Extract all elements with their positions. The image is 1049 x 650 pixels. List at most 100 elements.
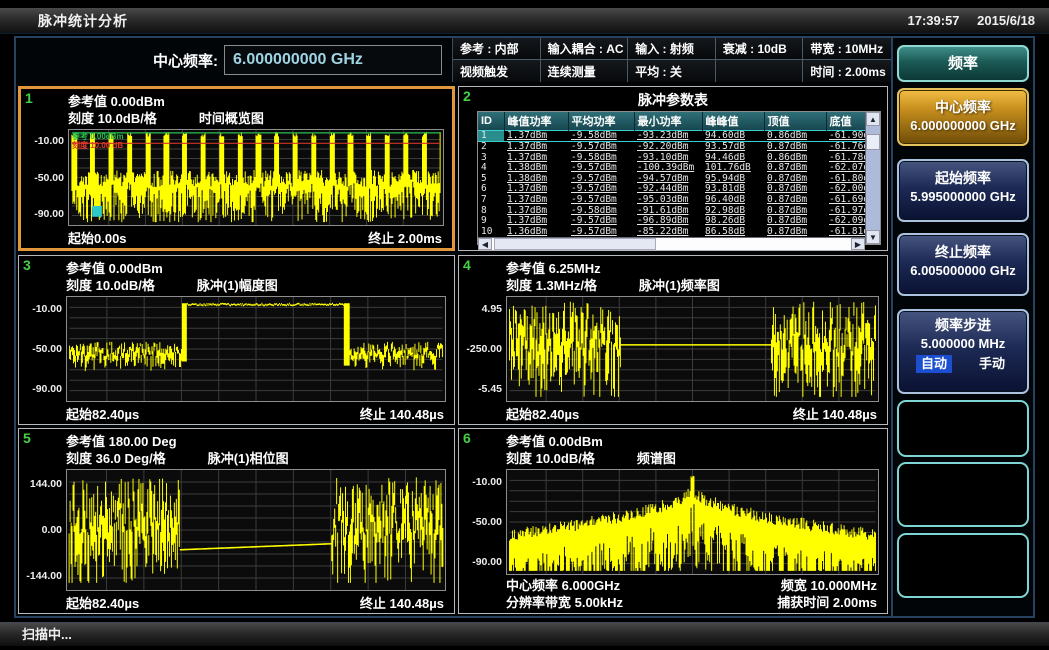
panel-number: 3 [23,257,31,273]
y-tick: -50.00 [34,172,64,184]
spectrum-capture-time: 捕获时间 2.00ms [777,594,877,611]
trace-plot [507,470,878,574]
softkey-center-frequency[interactable]: 中心频率 6.000000000 GHz [897,88,1029,146]
status-input-coupling: 输入耦合 : AC [541,38,629,60]
status-input-type: 输入 : 射频 [628,38,716,60]
x-start-label: 起始0.00s [68,228,127,248]
panel-3-amplitude[interactable]: 3 参考值 0.00dBm 刻度 10.0dB/格 脉冲(1)幅度图 -10.0… [18,255,455,425]
table-header[interactable]: ID [478,112,504,130]
table-row[interactable]: 51.38dBm-9.57dBm-94.57dBm95.94dB0.87dBm-… [478,174,874,185]
status-time: 时间 : 2.00ms [803,60,891,82]
amplitude-chart [66,296,446,402]
v-scroll-thumb[interactable] [866,134,880,150]
ref-value-label: 参考值 0.00dBm [68,93,452,110]
pulse-table: ID峰值功率平均功率最小功率峰峰值顶值底值11.37dBm-9.58dBm-93… [478,112,875,237]
table-header[interactable]: 峰值功率 [504,112,568,130]
y-tick: -10.00 [32,303,62,315]
panel-2-pulse-table[interactable]: 2 脉冲参数表 ID峰值功率平均功率最小功率峰峰值顶值底值11.37dBm-9.… [458,86,888,251]
main-frame: 中心频率: 6.000000000 GHz 参考 : 内部 输入耦合 : AC … [14,36,1035,618]
status-grid: 参考 : 内部 输入耦合 : AC 输入 : 射频 衰减 : 10dB 带宽 :… [453,38,891,82]
status-attenuation: 衰减 : 10dB [716,38,804,60]
x-end-label: 终止 2.00ms [368,228,442,248]
softkey-blank-2[interactable] [897,462,1029,527]
panel-title: 脉冲(1)频率图 [639,277,720,294]
ref-value-label: 参考值 180.00 Deg [66,433,454,450]
toggle-manual[interactable]: 手动 [974,355,1010,373]
app-title: 脉冲统计分析 [38,11,128,31]
spectrum-span: 频宽 10.000MHz [777,577,877,594]
table-row[interactable]: 11.37dBm-9.58dBm-93.23dBm94.60dB0.86dBm-… [478,130,874,142]
h-scroll-thumb[interactable] [494,238,656,250]
panel-number: 6 [463,430,471,446]
x-start-label: 起始82.40µs [66,404,139,424]
time-text: 17:39:57 [907,13,959,28]
scale-label: 刻度 10.0dB/格 [66,277,155,294]
vertical-scrollbar[interactable]: ▲ ▼ [865,112,880,244]
spectrum-rbw: 分辨率带宽 5.00kHz [506,594,623,611]
center-frequency-label: 中心频率: [153,50,218,71]
date-text: 2015/6/18 [977,13,1035,28]
y-tick: 4.95 [482,303,502,315]
scale-label: 刻度 36.0 Deg/格 [66,450,166,467]
spectrum-center-freq: 中心频率 6.000GHz [506,577,623,594]
panel-1-time-overview[interactable]: 1 参考值 0.00dBm 刻度 10.0dB/格 时间概览图 -10.00 -… [18,86,455,251]
toggle-auto[interactable]: 自动 [916,355,952,373]
pulse-table-frame: ID峰值功率平均功率最小功率峰峰值顶值底值11.37dBm-9.58dBm-93… [477,111,881,245]
status-bar: 扫描中... [0,622,1049,646]
scroll-up-icon[interactable]: ▲ [866,112,880,126]
table-row[interactable]: 61.37dBm-9.57dBm-92.44dBm93.81dB0.87dBm-… [478,184,874,195]
panel-5-phase[interactable]: 5 参考值 180.00 Deg 刻度 36.0 Deg/格 脉冲(1)相位图 … [18,428,455,614]
x-end-label: 终止 140.48µs [360,593,444,613]
status-average: 平均 : 关 [628,60,716,82]
ref-value-label: 参考值 0.00dBm [66,260,454,277]
table-header[interactable]: 平均功率 [568,112,634,130]
panel-6-spectrum[interactable]: 6 参考值 0.00dBm 刻度 10.0dB/格 频谱图 -10.00 -50… [458,428,888,614]
table-row[interactable]: 31.37dBm-9.58dBm-93.10dBm94.46dB0.86dBm-… [478,153,874,164]
softkey-sidebar: 频率 中心频率 6.000000000 GHz 起始频率 5.995000000… [895,38,1033,616]
center-frequency-input[interactable]: 6.000000000 GHz [224,45,442,75]
softkey-stop-frequency[interactable]: 终止频率 6.005000000 GHz [897,233,1029,296]
softkey-start-frequency[interactable]: 起始频率 5.995000000 GHz [897,159,1029,222]
status-empty-cell [716,60,804,82]
menu-title-frequency[interactable]: 频率 [897,45,1029,82]
trace-plot [67,470,445,590]
softkey-blank-1[interactable] [897,400,1029,457]
panel-4-frequency[interactable]: 4 参考值 6.25MHz 刻度 1.3MHz/格 脉冲(1)频率图 4.95 … [458,255,888,425]
ref-value-label: 参考值 0.00dBm [506,433,887,450]
table-row[interactable]: 21.37dBm-9.57dBm-92.20dBm93.57dB0.87dBm-… [478,142,874,153]
table-row[interactable]: 81.37dBm-9.58dBm-91.61dBm92.98dB0.87dBm-… [478,206,874,217]
scale-label: 刻度 10.0dB/格 [506,450,595,467]
scroll-left-icon[interactable]: ◀ [478,238,492,250]
table-row[interactable]: 71.37dBm-9.57dBm-95.03dBm96.40dB0.87dBm-… [478,195,874,206]
panel-title: 频谱图 [637,450,676,467]
panel-number: 2 [463,88,471,104]
table-row[interactable]: 91.37dBm-9.57dBm-96.89dBm98.26dB0.87dBm-… [478,216,874,227]
table-row[interactable]: 101.36dBm-9.57dBm-85.22dBm86.58dB0.87dBm… [478,227,874,238]
table-header[interactable]: 最小功率 [634,112,702,130]
clock: 17:39:57 2015/6/18 [893,13,1035,28]
phase-chart [66,469,446,591]
panel-number: 1 [25,90,33,106]
softkey-frequency-step[interactable]: 频率步进 5.000000 MHz 自动 手动 [897,309,1029,394]
trace-plot [507,297,878,401]
y-tick: -10.00 [34,135,64,147]
app-window: 脉冲统计分析 17:39:57 2015/6/18 中心频率: 6.000000… [0,0,1049,650]
table-row[interactable]: 41.38dBm-9.57dBm-100.39dBm101.76dB0.87dB… [478,163,874,174]
status-video-trigger: 视频触发 [453,60,541,82]
y-tick: -90.00 [34,208,64,220]
table-header[interactable]: 峰峰值 [702,112,764,130]
horizontal-scrollbar[interactable]: ◀ ▶ [478,237,865,250]
x-start-label: 起始82.40µs [66,593,139,613]
y-tick: -50.00 [32,343,62,355]
softkey-blank-3[interactable] [897,533,1029,598]
x-end-label: 终止 140.48µs [360,404,444,424]
scroll-right-icon[interactable]: ▶ [851,238,865,250]
panel-title: 脉冲(1)相位图 [208,450,289,467]
panel-title: 时间概览图 [199,110,264,127]
table-header[interactable]: 顶值 [764,112,826,130]
scan-status-text: 扫描中... [22,627,72,642]
y-tick: -5.45 [478,383,502,395]
trace-plot [69,130,443,225]
scroll-down-icon[interactable]: ▼ [866,230,880,244]
y-tick: -90.00 [472,556,502,568]
